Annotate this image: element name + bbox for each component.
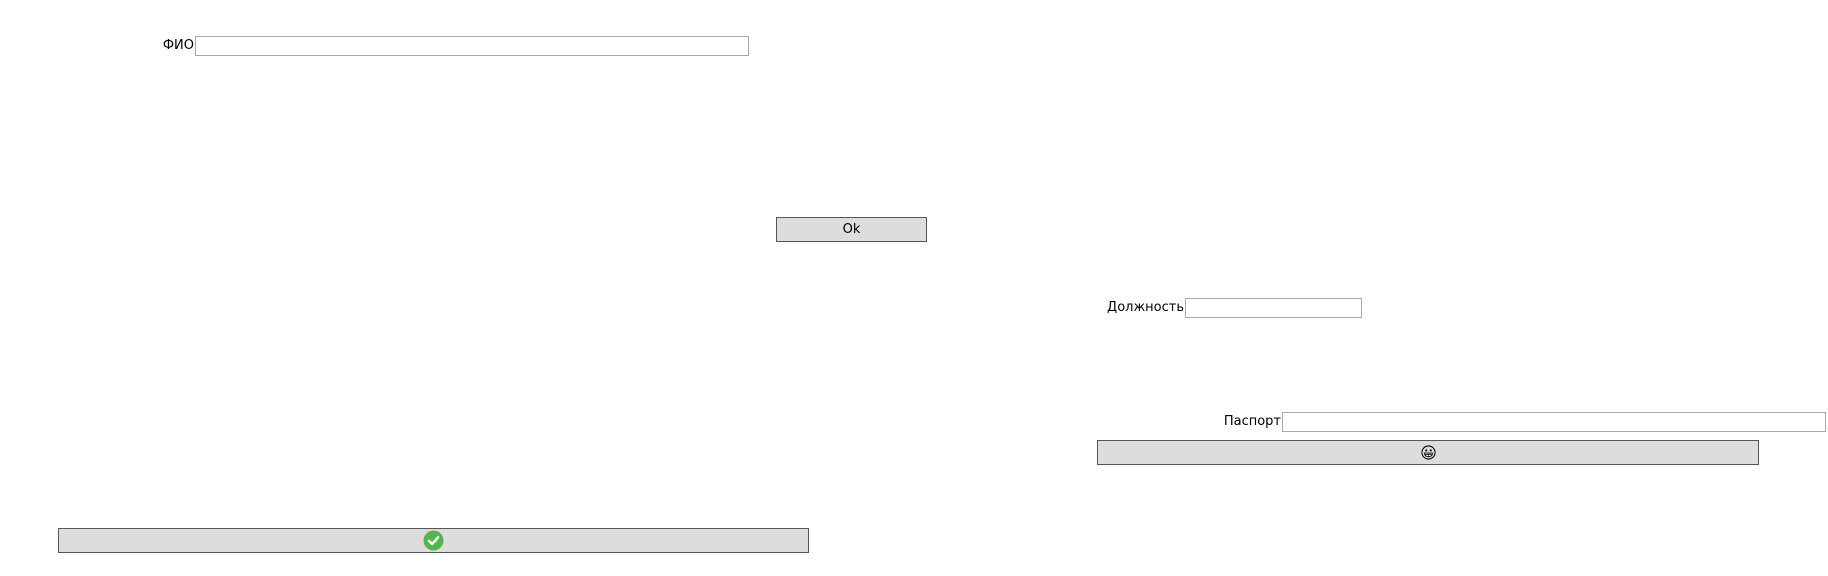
fio-input[interactable]: [195, 36, 749, 56]
passport-input[interactable]: [1282, 412, 1826, 432]
check-circle-icon: [423, 530, 444, 551]
passport-label: Паспорт: [1223, 414, 1281, 429]
position-input[interactable]: [1185, 298, 1362, 318]
check-circle-fill: [423, 530, 444, 551]
position-label: Должность: [1107, 300, 1184, 315]
ok-button[interactable]: Ok: [776, 217, 927, 242]
fio-label: ФИО: [162, 38, 194, 53]
grinning-face-icon: [1420, 445, 1436, 460]
emoji-button[interactable]: [1097, 440, 1759, 465]
confirm-button[interactable]: [58, 528, 809, 553]
